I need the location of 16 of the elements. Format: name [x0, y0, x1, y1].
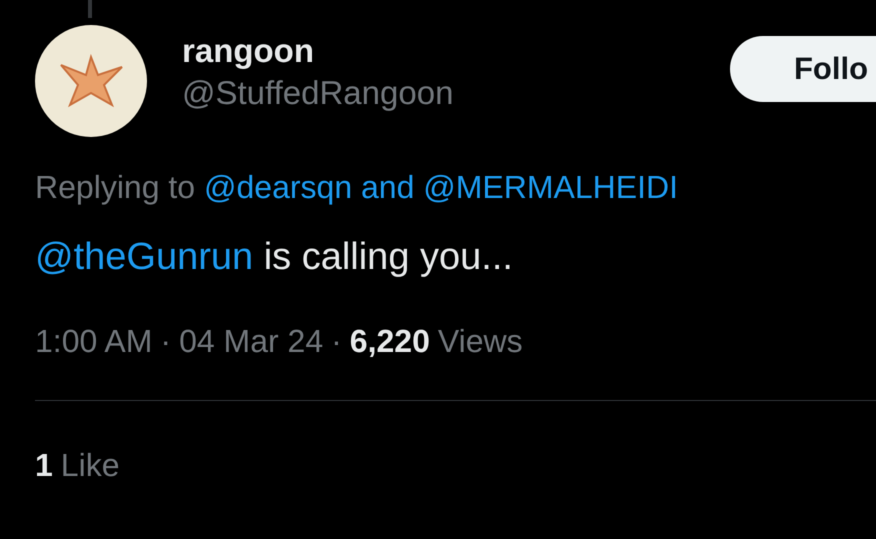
tweet-date[interactable]: 04 Mar 24	[179, 323, 324, 360]
tweet-text: @theGunrun is calling you...	[35, 236, 514, 279]
mention-link[interactable]: @theGunrun	[35, 236, 254, 278]
author-name[interactable]: rangoon	[182, 31, 454, 71]
views-count: 6,220	[350, 323, 430, 360]
mention-link[interactable]: @MERMALHEIDI	[423, 169, 678, 205]
follow-button[interactable]: Follo	[730, 36, 876, 102]
separator: ·	[331, 323, 342, 360]
separator: ·	[160, 323, 172, 360]
likes-label[interactable]: Like	[60, 447, 120, 484]
tweet-time[interactable]: 1:00 AM	[35, 323, 152, 360]
likes-count[interactable]: 1	[35, 447, 53, 484]
views-label: Views	[438, 323, 523, 360]
author-handle[interactable]: @StuffedRangoon	[182, 71, 454, 115]
mention-link[interactable]: @dearsqn	[204, 169, 352, 205]
replying-to-text: Replying to @dearsqn and @MERMALHEIDI	[35, 169, 680, 206]
